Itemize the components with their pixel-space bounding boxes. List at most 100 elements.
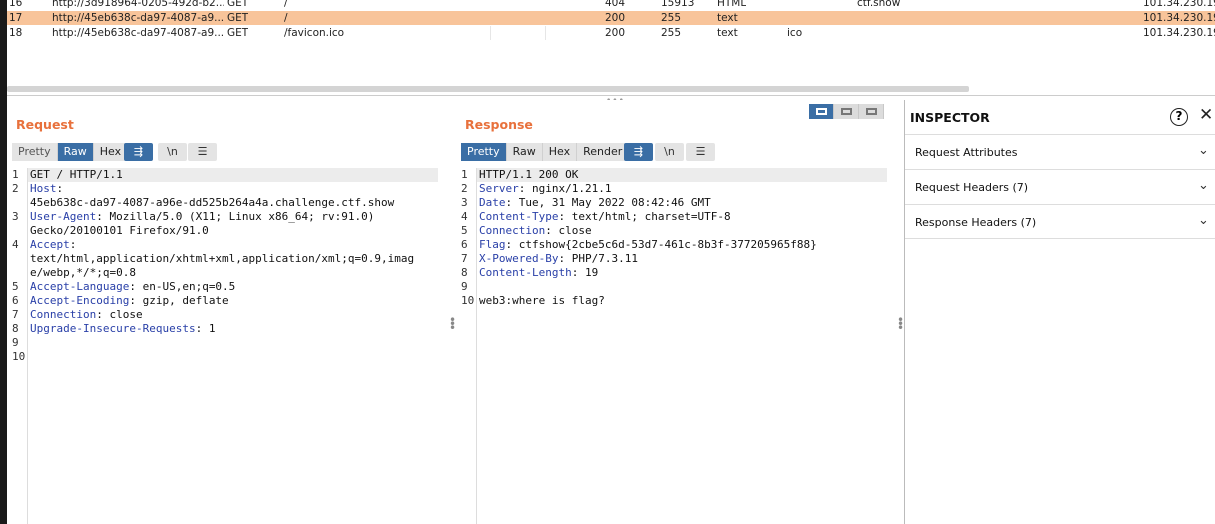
- row-method: GET: [227, 12, 249, 24]
- response-headers-section[interactable]: Response Headers (7) ⌄: [905, 204, 1215, 239]
- row-status: 200: [605, 12, 626, 24]
- close-icon[interactable]: ✕: [1199, 105, 1213, 125]
- line-number: 10: [12, 350, 26, 363]
- header-value: : PHP/7.3.11: [558, 252, 638, 265]
- response-inspector-divider[interactable]: • • •: [896, 100, 904, 524]
- menu-icon[interactable]: ☰: [188, 143, 217, 161]
- tab-pretty[interactable]: Pretty: [461, 143, 507, 161]
- header-value: : 1: [195, 322, 216, 335]
- header-value: : text/html; charset=UTF-8: [558, 210, 731, 223]
- tab-hex[interactable]: Hex: [542, 143, 578, 161]
- line-number: 7: [461, 252, 468, 265]
- history-row-17-selected[interactable]: 17 http://45eb638c-da97-4087-a9... GET /…: [7, 11, 1215, 25]
- header-name: Server: [479, 182, 519, 195]
- header-name: Accept: [30, 238, 70, 251]
- history-horizontal-scrollbar[interactable]: [7, 86, 969, 92]
- line-text: GET / HTTP/1.1: [30, 168, 123, 182]
- menu-icon[interactable]: ☰: [686, 143, 715, 161]
- line-number: 3: [461, 196, 468, 209]
- code-line: 10: [7, 350, 448, 364]
- request-headers-section[interactable]: Request Headers (7) ⌄: [905, 169, 1215, 204]
- header-name: Content-Length: [479, 266, 572, 279]
- row-length: 255: [661, 12, 682, 24]
- header-name: Upgrade-Insecure-Requests: [30, 322, 196, 335]
- show-newlines-button[interactable]: \n: [655, 143, 684, 161]
- line-number: 4: [461, 210, 468, 223]
- section-label: Response Headers (7): [915, 216, 1037, 229]
- side-by-side-layout-icon[interactable]: [809, 104, 834, 119]
- tab-render[interactable]: Render: [577, 143, 630, 161]
- row-path: /: [284, 0, 288, 9]
- left-edge-strip: [0, 0, 7, 524]
- header-value: Gecko/20100101 Firefox/91.0: [30, 224, 209, 237]
- line-text: text/html,application/xhtml+xml,applicat…: [30, 252, 414, 266]
- history-row-16[interactable]: 16 http://3d918964-0205-492d-b2... GET /…: [7, 0, 1215, 10]
- wrap-lines-button[interactable]: ⇶: [124, 143, 153, 161]
- tab-hex[interactable]: Hex: [93, 143, 129, 161]
- line-text: web3:where is flag?: [479, 294, 605, 308]
- line-text: Server: nginx/1.21.1: [479, 182, 611, 196]
- help-icon[interactable]: ?: [1170, 108, 1188, 126]
- line-text: Accept-Encoding: gzip, deflate: [30, 294, 229, 308]
- row-path: /: [284, 12, 288, 24]
- header-value: : Tue, 31 May 2022 08:42:46 GMT: [505, 196, 711, 209]
- row-url: http://45eb638c-da97-4087-a9...: [52, 27, 224, 39]
- code-line: text/html,application/xhtml+xml,applicat…: [7, 252, 448, 266]
- request-panel: Request Pretty Raw Hex ⇶ \n ☰ 1 GET / HTT…: [7, 100, 448, 524]
- header-name: Host: [30, 182, 57, 195]
- row-method: GET: [227, 0, 249, 9]
- wrap-lines-button[interactable]: ⇶: [624, 143, 653, 161]
- response-title: Response: [465, 117, 533, 132]
- line-number: 7: [12, 308, 19, 321]
- request-attributes-section[interactable]: Request Attributes ⌄: [905, 134, 1215, 169]
- line-number: 4: [12, 238, 19, 251]
- code-line: 10 web3:where is flag?: [456, 294, 896, 308]
- code-line: 2 Host:: [7, 182, 448, 196]
- show-newlines-button[interactable]: \n: [158, 143, 187, 161]
- line-text: Connection: close: [30, 308, 143, 322]
- header-value: : ctfshow{2cbe5c6d-53d7-461c-8b3f-377205…: [505, 238, 817, 251]
- line-text: Content-Type: text/html; charset=UTF-8: [479, 210, 731, 224]
- header-name: Accept-Language: [30, 280, 130, 293]
- stacked-layout-icon[interactable]: [834, 104, 859, 119]
- tab-raw[interactable]: Raw: [506, 143, 543, 161]
- response-editor[interactable]: 1 HTTP/1.1 200 OK 2 Server: nginx/1.21.1 3 Da…: [456, 168, 896, 524]
- tab-pretty[interactable]: Pretty: [12, 143, 58, 161]
- header-name: Connection: [30, 308, 97, 321]
- line-number: 8: [12, 322, 19, 335]
- proxy-history-table: 16 http://3d918964-0205-492d-b2... GET /…: [7, 0, 1215, 96]
- code-line: 4 Accept:: [7, 238, 448, 252]
- code-line: 9: [7, 336, 448, 350]
- header-name: Content-Type: [479, 210, 559, 223]
- row-ip: 101.34.230.193: [1143, 27, 1215, 39]
- chevron-down-icon: ⌄: [1198, 178, 1209, 193]
- header-value: 45eb638c-da97-4087-a96e-dd525b264a4a.cha…: [30, 196, 395, 209]
- row-title: ctf.show: [857, 0, 901, 9]
- header-value: : close: [96, 308, 143, 321]
- line-text: Date: Tue, 31 May 2022 08:42:46 GMT: [479, 196, 711, 210]
- history-row-18[interactable]: 18 http://45eb638c-da97-4087-a9... GET /…: [7, 26, 1215, 40]
- code-line: 8 Upgrade-Insecure-Requests: 1: [7, 322, 448, 336]
- line-number: 2: [12, 182, 19, 195]
- line-text: HTTP/1.1 200 OK: [479, 168, 578, 182]
- header-value: : gzip, deflate: [129, 294, 229, 307]
- code-line: 9: [456, 280, 896, 294]
- line-text: Host:: [30, 182, 63, 196]
- response-panel: Response Pretty Raw Hex Render ⇶ \n ☰ 1H…: [456, 100, 896, 524]
- code-line: 45eb638c-da97-4087-a96e-dd525b264a4a.cha…: [7, 196, 448, 210]
- code-line: 5 Connection: close: [456, 224, 896, 238]
- line-text: Accept-Language: en-US,en;q=0.5: [30, 280, 235, 294]
- header-name: Connection: [479, 224, 546, 237]
- request-editor[interactable]: 1 GET / HTTP/1.1 2 Host: 45eb638c-da97-4087-…: [7, 168, 448, 524]
- row-mime: text: [717, 12, 738, 24]
- request-response-divider[interactable]: • • •: [448, 100, 456, 524]
- code-line: 2 Server: nginx/1.21.1: [456, 182, 896, 196]
- request-title: Request: [16, 117, 74, 132]
- header-name: Flag: [479, 238, 506, 251]
- line-number: 5: [461, 224, 468, 237]
- header-name: Date: [479, 196, 506, 209]
- tab-raw[interactable]: Raw: [57, 143, 94, 161]
- single-pane-layout-icon[interactable]: [859, 104, 884, 119]
- row-mime: HTML: [717, 0, 747, 9]
- line-number: 8: [461, 266, 468, 279]
